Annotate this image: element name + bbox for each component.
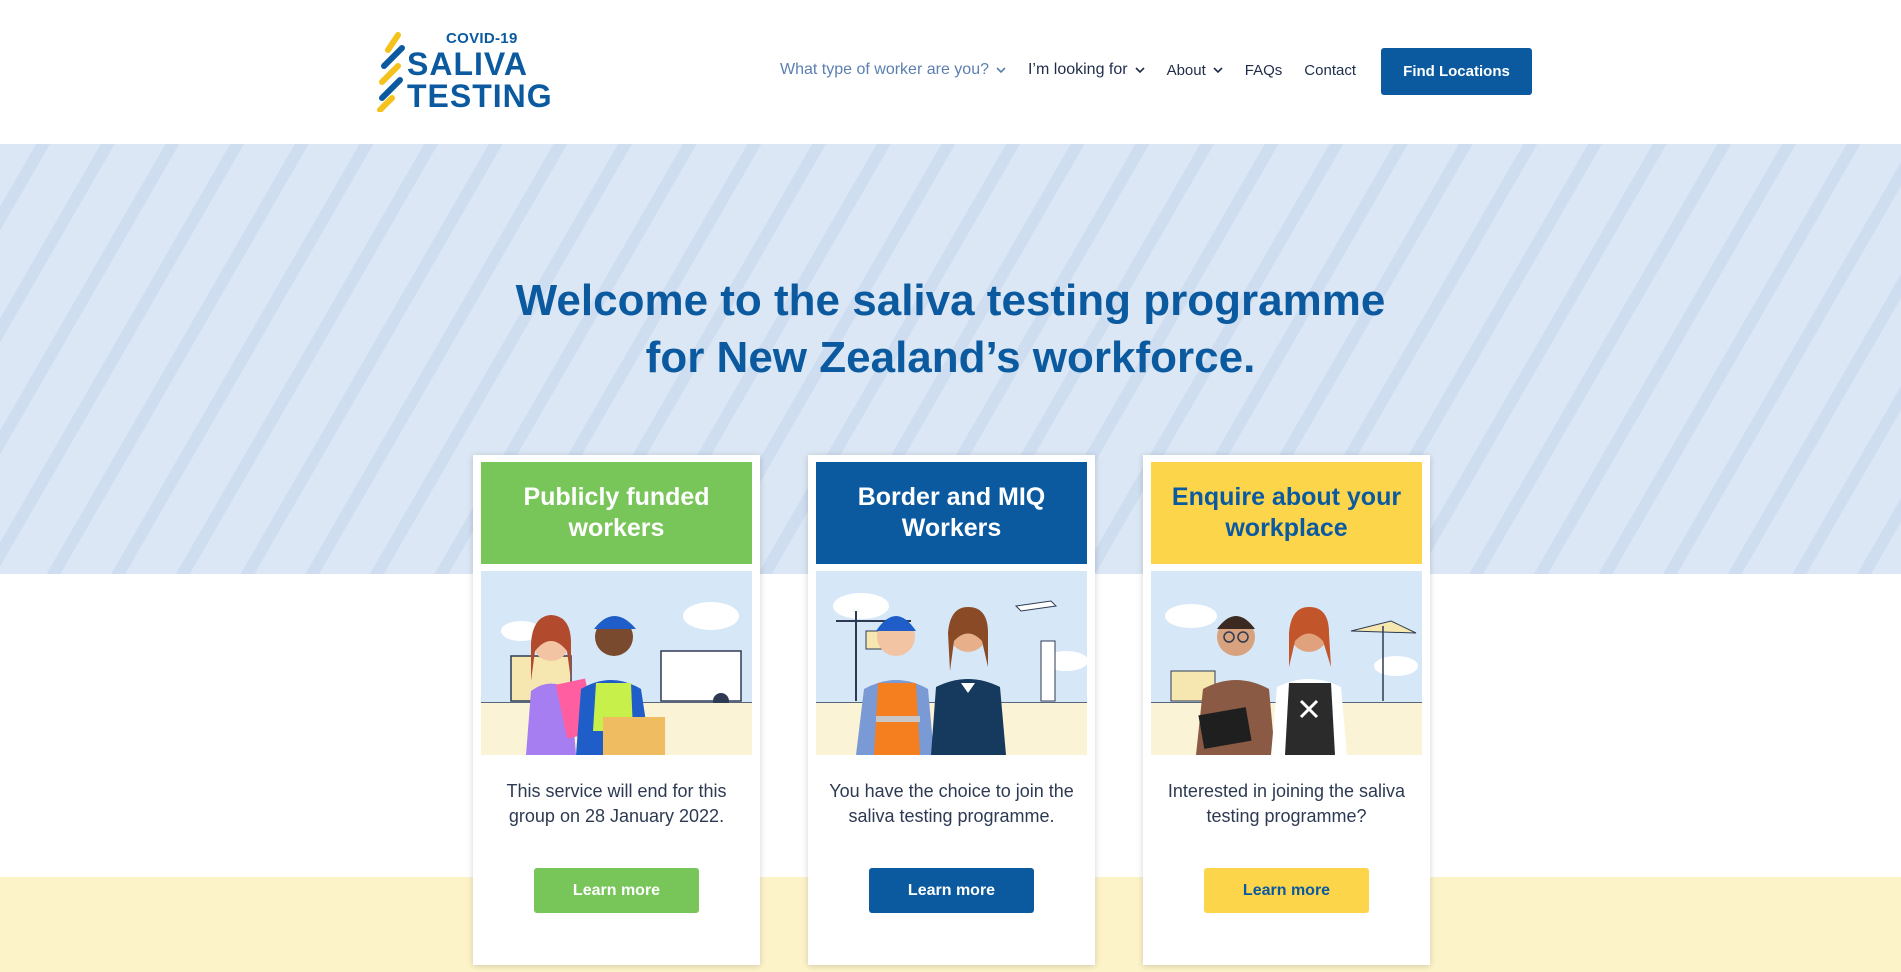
logo-testing-text: TESTING xyxy=(407,78,553,114)
hero-title: Welcome to the saliva testing programme … xyxy=(0,272,1901,386)
border-workers-illustration-icon xyxy=(816,571,1087,755)
border-miq-workers-illustration xyxy=(816,571,1087,755)
card-title-text: Border and MIQ Workers xyxy=(857,483,1046,542)
nav-faqs-label: FAQs xyxy=(1244,61,1283,79)
learn-more-button[interactable]: Learn more xyxy=(1204,868,1369,913)
logo-covid-text: COVID-19 xyxy=(446,30,518,47)
card-enquire-workplace: Enquire about your workplace Interested … xyxy=(1143,455,1430,965)
saliva-testing-logo[interactable]: COVID-19 SALIVA TESTING xyxy=(372,28,552,114)
nav-faqs[interactable]: FAQs xyxy=(1245,62,1283,79)
card-title: Enquire about your workplace xyxy=(1151,462,1422,564)
workers-illustration-icon xyxy=(481,571,752,755)
card-border-miq: Border and MIQ Workers You have the choi… xyxy=(808,455,1095,965)
card-title: Border and MIQ Workers xyxy=(816,462,1087,564)
card-description: Interested in joining the saliva testing… xyxy=(1167,781,1406,826)
nav-looking-for[interactable]: I’m looking for xyxy=(1028,61,1145,79)
logo-stripes-icon xyxy=(377,32,405,112)
nav-looking-for-label: I’m looking for xyxy=(1027,61,1128,78)
workplace-illustration-icon xyxy=(1151,571,1422,755)
chevron-down-icon xyxy=(996,67,1006,74)
nav-about[interactable]: About xyxy=(1167,62,1223,79)
hero-title-line-2: for New Zealand’s workforce. xyxy=(645,333,1256,382)
find-locations-button[interactable]: Find Locations xyxy=(1381,48,1532,95)
card-publicly-funded: Publicly funded workers This service wil… xyxy=(473,455,760,965)
learn-more-button[interactable]: Learn more xyxy=(869,868,1034,913)
card-title-text: Enquire about your workplace xyxy=(1171,483,1402,542)
publicly-funded-workers-illustration xyxy=(481,571,752,755)
card-title-text: Publicly funded workers xyxy=(523,483,710,542)
logo-saliva-text: SALIVA xyxy=(407,46,528,82)
nav-contact[interactable]: Contact xyxy=(1304,62,1356,79)
hero-title-line-1: Welcome to the saliva testing programme xyxy=(515,276,1386,325)
nav-worker-type-label: What type of worker are you? xyxy=(780,61,989,78)
chevron-down-icon xyxy=(1135,67,1145,74)
card-description: You have the choice to join the saliva t… xyxy=(829,781,1074,826)
site-header: COVID-19 SALIVA TESTING What type of wor… xyxy=(0,0,1901,144)
card-title: Publicly funded workers xyxy=(481,462,752,564)
nav-about-label: About xyxy=(1166,61,1206,79)
card-description: This service will end for this group on … xyxy=(506,781,727,826)
workplace-enquiry-illustration xyxy=(1151,571,1422,755)
chevron-down-icon xyxy=(1213,67,1223,74)
learn-more-button[interactable]: Learn more xyxy=(534,868,699,913)
nav-contact-label: Contact xyxy=(1304,61,1356,79)
main-nav: What type of worker are you? I’m looking… xyxy=(780,48,1378,92)
nav-worker-type[interactable]: What type of worker are you? xyxy=(780,61,1006,79)
